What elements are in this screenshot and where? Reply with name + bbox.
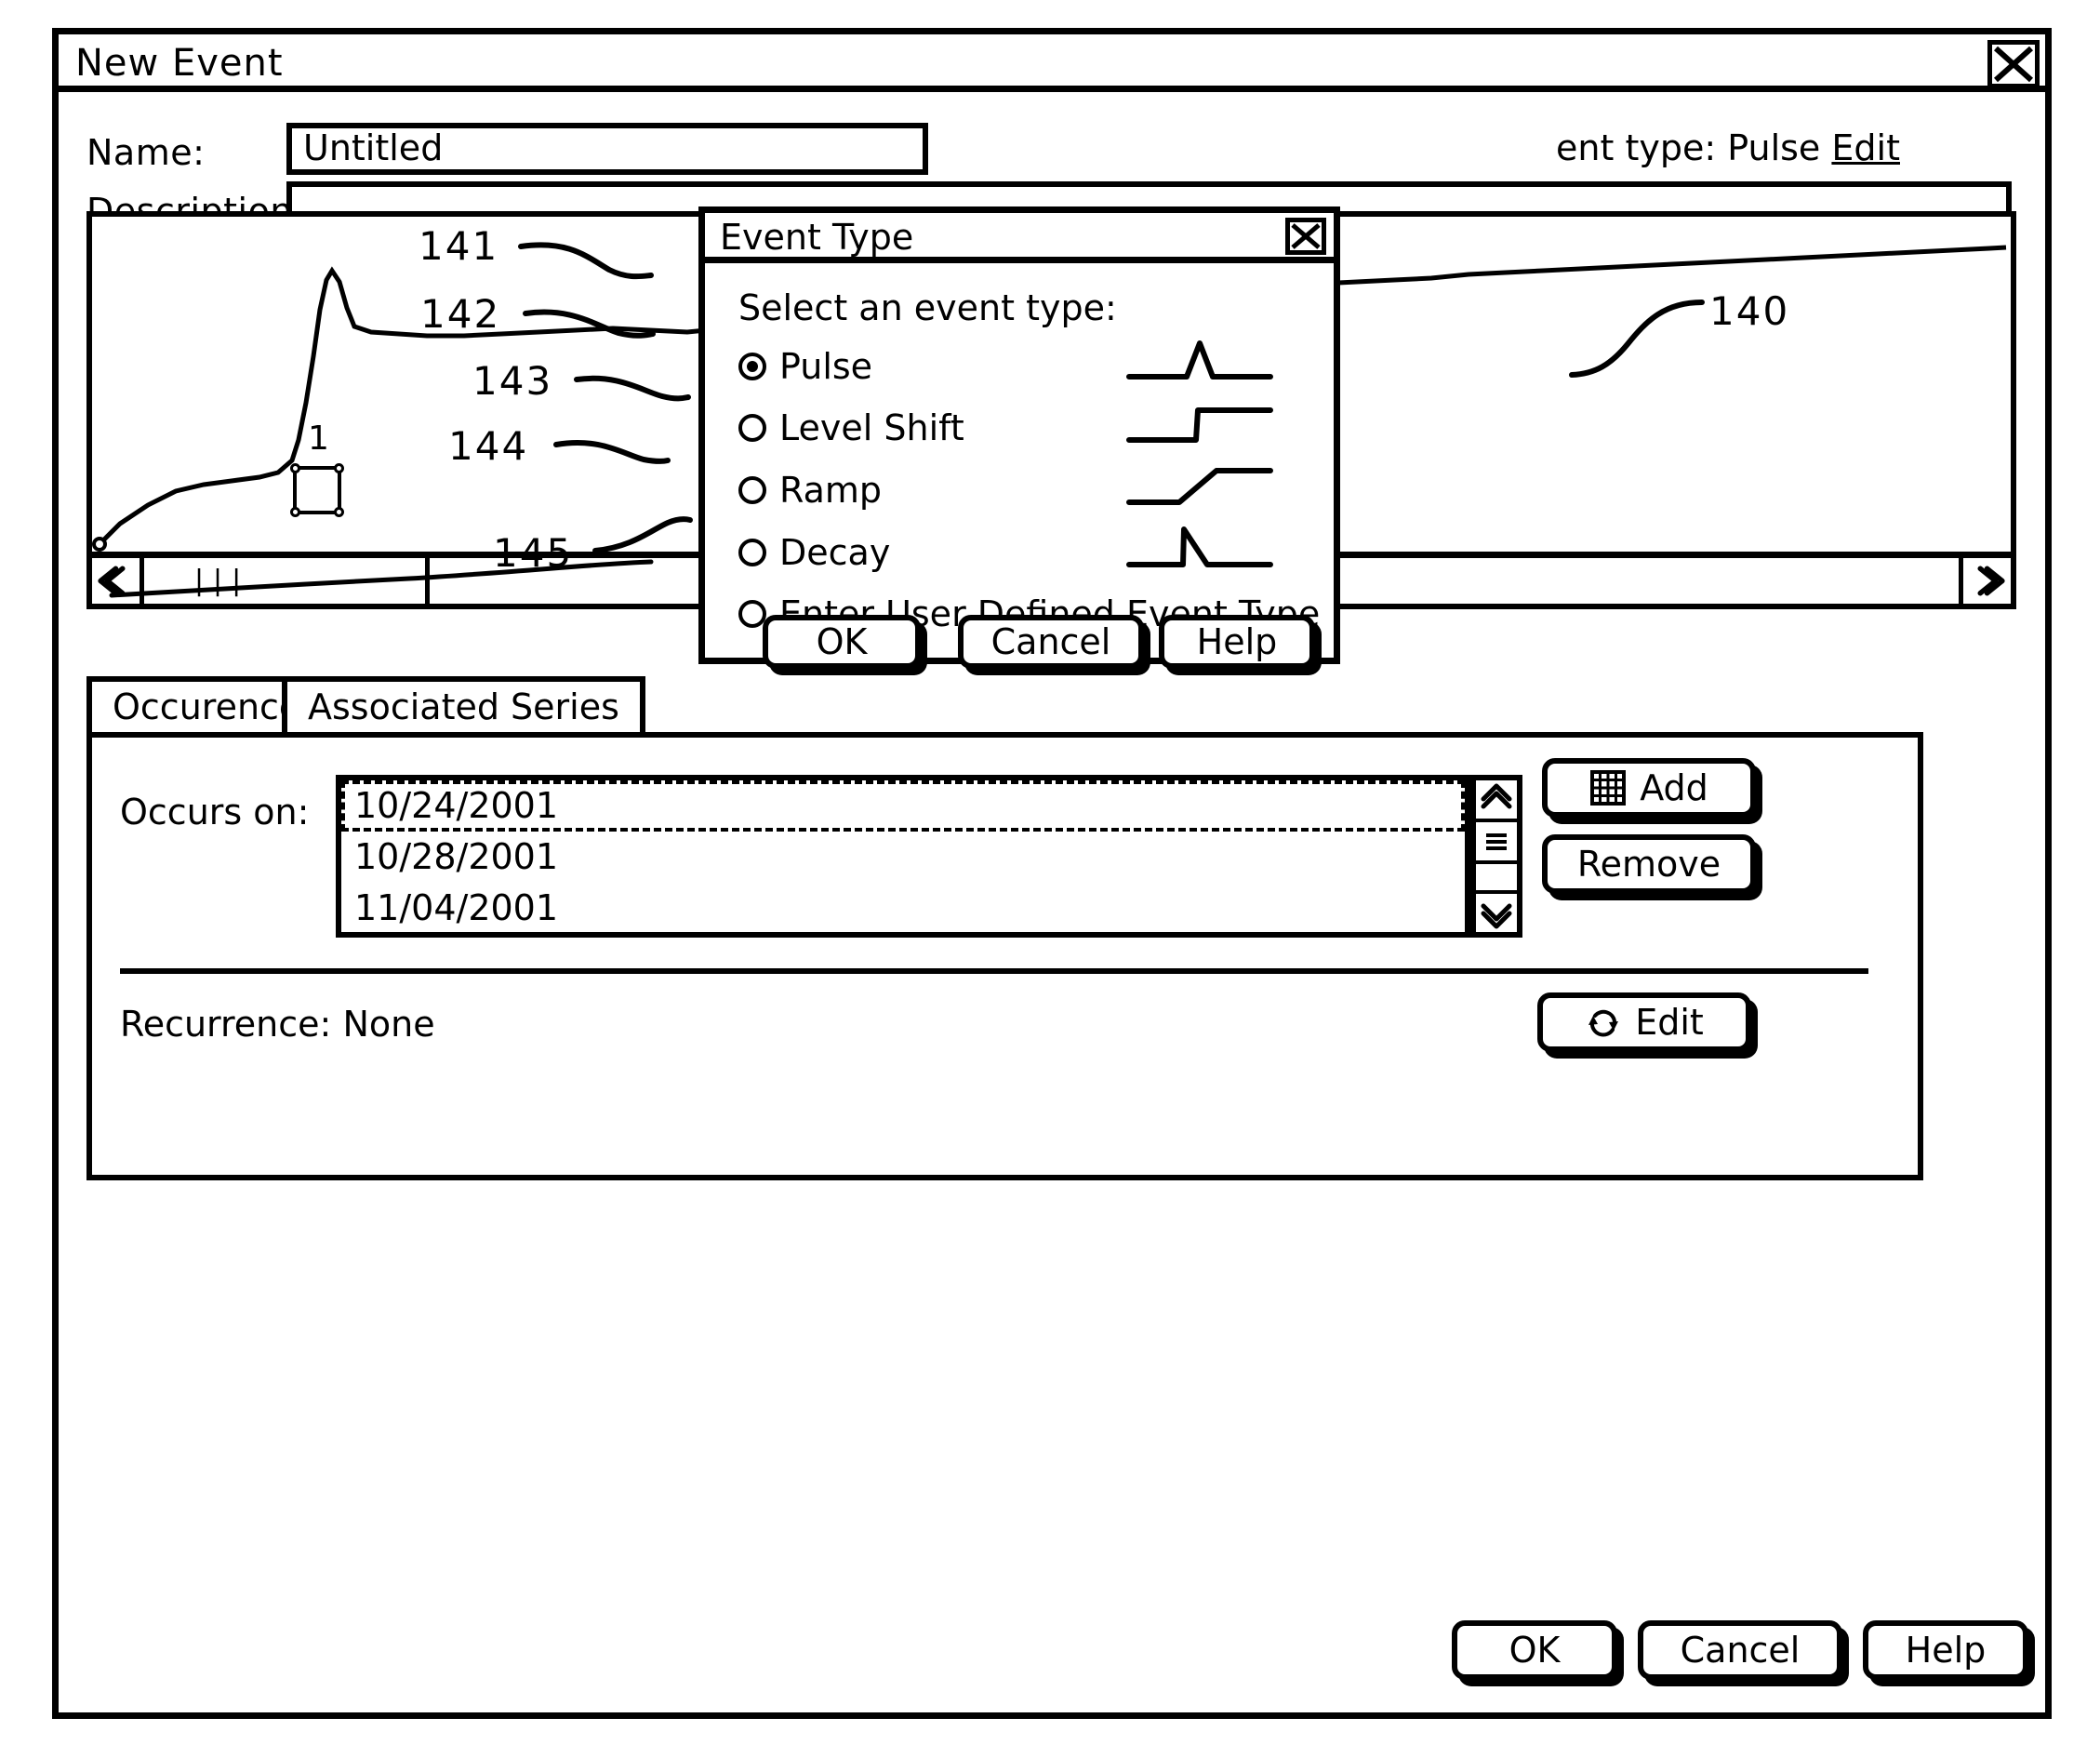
- radio-label: Pulse: [779, 346, 873, 387]
- selection-handle-bottom-left[interactable]: [290, 507, 300, 517]
- selection-handle-bottom-right[interactable]: [334, 507, 344, 517]
- event-type-value: Pulse: [1727, 127, 1821, 168]
- chart-selection-box[interactable]: [290, 463, 344, 517]
- remove-button[interactable]: Remove: [1542, 834, 1756, 894]
- event-type-dialog-titlebar: Event Type: [705, 213, 1334, 263]
- reference-numeral-141: 141: [419, 223, 499, 269]
- radio-option-decay[interactable]: Decay: [738, 531, 890, 574]
- event-type-help-button[interactable]: Help: [1159, 615, 1315, 669]
- reference-numeral-145: 145: [493, 530, 574, 576]
- reference-numeral-140: 140: [1709, 288, 1790, 334]
- event-type-help-label: Help: [1196, 621, 1278, 662]
- radio-label: Decay: [779, 532, 891, 573]
- add-button[interactable]: Add: [1542, 758, 1756, 818]
- name-input[interactable]: Untitled: [286, 123, 928, 175]
- event-type-status: ent type: Pulse Edit: [1556, 127, 1900, 168]
- window-title: New Event: [75, 42, 284, 85]
- help-button[interactable]: Help: [1863, 1620, 2028, 1680]
- selection-handle-top-right[interactable]: [334, 463, 344, 473]
- event-type-prompt: Select an event type:: [738, 287, 1117, 328]
- ok-button[interactable]: OK: [1452, 1620, 1617, 1680]
- chart-hscroll-thumb[interactable]: |||: [146, 558, 430, 604]
- radio-indicator[interactable]: [738, 353, 766, 380]
- list-item[interactable]: 10/24/2001: [341, 780, 1465, 832]
- chart-selection-label: 1: [308, 420, 329, 458]
- new-event-window: New Event Name: Untitled Description: en…: [52, 28, 2052, 1719]
- close-icon[interactable]: [1987, 40, 2040, 88]
- grip-lines-icon[interactable]: [1476, 822, 1517, 864]
- radio-indicator[interactable]: [738, 539, 766, 566]
- reference-numeral-142: 142: [420, 291, 501, 337]
- event-type-edit-link[interactable]: Edit: [1831, 127, 1900, 168]
- add-button-label: Add: [1640, 767, 1708, 808]
- chevron-double-left-icon[interactable]: [92, 558, 144, 604]
- decay-waveform-icon: [1125, 520, 1274, 576]
- radio-option-level-shift[interactable]: Level Shift: [738, 406, 964, 449]
- recurrence-edit-button[interactable]: Edit: [1537, 992, 1751, 1052]
- grip-lines-icon: |||: [191, 565, 247, 597]
- list-item[interactable]: 10/28/2001: [341, 832, 1465, 883]
- recurrence-label: Recurrence:: [120, 1004, 332, 1045]
- cancel-button-label: Cancel: [1680, 1630, 1801, 1671]
- reference-numeral-144: 144: [448, 423, 529, 469]
- remove-button-label: Remove: [1576, 844, 1721, 885]
- help-button-label: Help: [1905, 1630, 1987, 1671]
- event-type-cancel-button[interactable]: Cancel: [958, 615, 1144, 669]
- chevron-double-down-icon[interactable]: [1476, 890, 1517, 932]
- tab-strip: Occurence Associated Series: [86, 676, 645, 734]
- radio-indicator[interactable]: [738, 476, 766, 504]
- ramp-waveform-icon: [1125, 458, 1274, 513]
- level-shift-waveform-icon: [1125, 395, 1274, 451]
- selection-handle-top-left[interactable]: [290, 463, 300, 473]
- occurs-on-vertical-scrollbar[interactable]: [1470, 775, 1522, 938]
- occurs-on-label: Occurs on:: [120, 792, 310, 832]
- pulse-waveform-icon: [1125, 334, 1274, 390]
- name-label: Name:: [86, 132, 206, 173]
- radio-option-pulse[interactable]: Pulse: [738, 345, 872, 388]
- recurrence-edit-label: Edit: [1635, 1002, 1704, 1043]
- panel-divider: [120, 968, 1868, 974]
- calendar-grid-icon: [1589, 769, 1627, 806]
- tab-associated-series[interactable]: Associated Series: [282, 676, 645, 734]
- occurs-on-list[interactable]: 10/24/2001 10/28/2001 11/04/2001: [336, 775, 1470, 938]
- event-type-ok-label: OK: [816, 621, 868, 662]
- event-type-dialog-title: Event Type: [720, 217, 914, 258]
- chevron-double-right-icon[interactable]: [1959, 558, 2011, 604]
- recurrence-status: Recurrence: None: [120, 1004, 435, 1045]
- radio-option-ramp[interactable]: Ramp: [738, 469, 882, 512]
- chevron-double-up-icon[interactable]: [1476, 780, 1517, 822]
- radio-label: Ramp: [779, 470, 882, 511]
- reference-numeral-143: 143: [472, 358, 553, 404]
- radio-label: Level Shift: [779, 407, 964, 448]
- event-type-ok-button[interactable]: OK: [763, 615, 921, 669]
- cancel-button[interactable]: Cancel: [1638, 1620, 1842, 1680]
- event-type-dialog: Event Type Select an event type: Pulse L…: [698, 206, 1340, 669]
- close-icon[interactable]: [1285, 218, 1326, 255]
- radio-indicator[interactable]: [738, 414, 766, 442]
- list-item[interactable]: 11/04/2001: [341, 883, 1465, 934]
- ok-button-label: OK: [1509, 1630, 1561, 1671]
- event-type-cancel-label: Cancel: [990, 621, 1111, 662]
- recurrence-value: None: [342, 1004, 435, 1045]
- event-type-prefix-label: ent type:: [1556, 127, 1717, 168]
- recurrence-refresh-icon: [1585, 1004, 1622, 1041]
- window-titlebar: New Event: [59, 34, 2045, 92]
